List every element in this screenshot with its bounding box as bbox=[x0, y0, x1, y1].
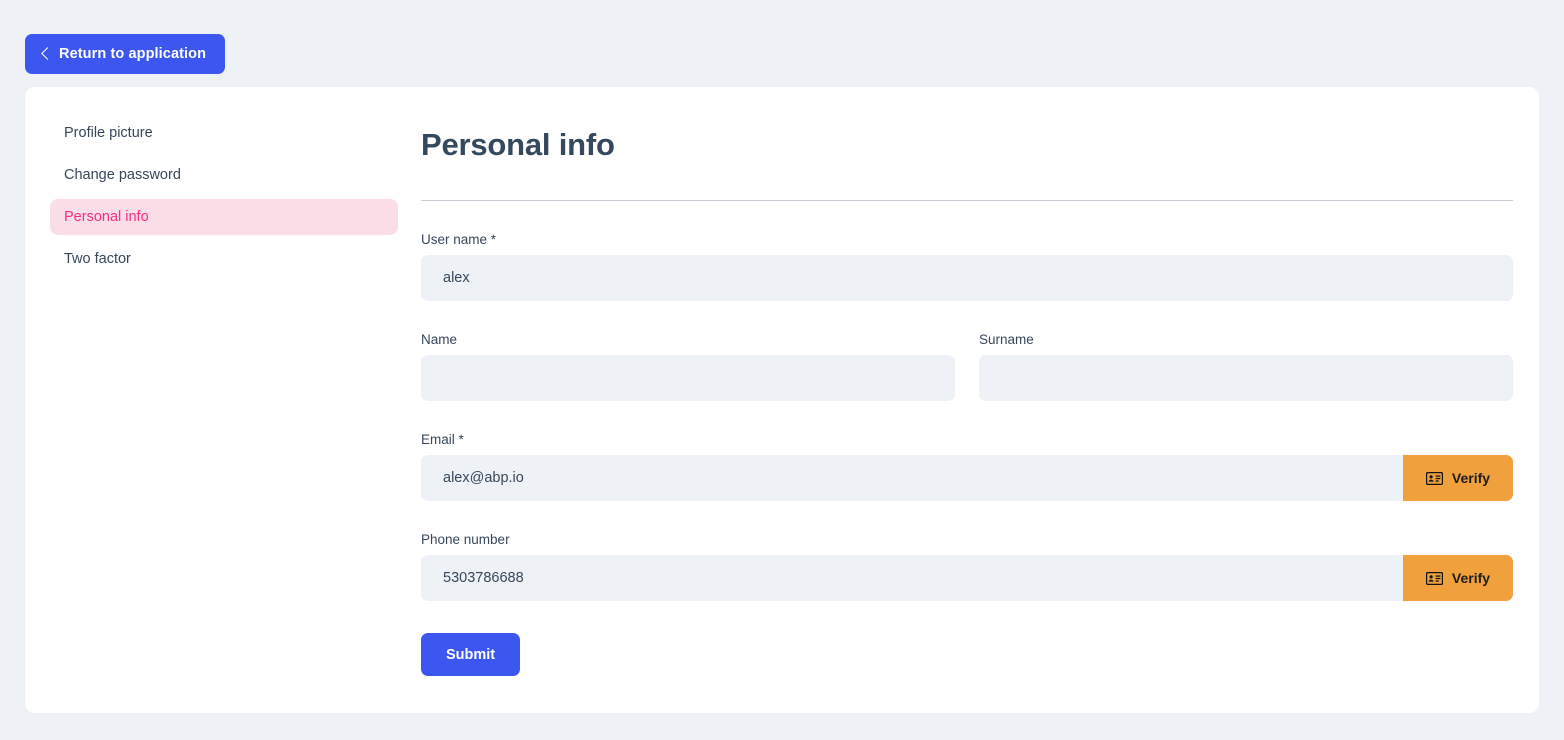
name-label: Name bbox=[421, 332, 458, 347]
id-card-icon bbox=[1425, 471, 1443, 485]
phone-field-block: Phone number 5303786688 Verify bbox=[421, 532, 1513, 601]
page-title: Personal info bbox=[421, 127, 615, 162]
chevron-left-icon bbox=[40, 46, 50, 62]
sidebar-item-two-factor[interactable]: Two factor bbox=[50, 241, 398, 277]
submit-button[interactable]: Submit bbox=[421, 633, 521, 676]
title-divider bbox=[421, 200, 1513, 201]
sidebar-item-label: Two factor bbox=[64, 251, 131, 267]
email-input[interactable] bbox=[421, 455, 1403, 501]
name-input[interactable] bbox=[421, 355, 955, 401]
phone-input-group: Verify bbox=[421, 555, 1513, 601]
sidebar-item-change-password[interactable]: Change password bbox=[50, 157, 398, 193]
return-to-application-button[interactable]: Return to application bbox=[25, 34, 226, 74]
phone-verify-button[interactable]: Verify bbox=[1403, 555, 1513, 601]
email-label: Email * bbox=[421, 432, 464, 447]
surname-input[interactable] bbox=[979, 355, 1513, 401]
sidebar-item-profile-picture[interactable]: Profile picture bbox=[50, 115, 398, 151]
personal-info-panel: Personal info User name * Name Surname E… bbox=[421, 115, 1513, 676]
id-card-icon bbox=[1425, 571, 1443, 585]
sidebar-item-label: Change password bbox=[64, 167, 181, 183]
phone-verify-label: Verify bbox=[1451, 570, 1491, 586]
phone-label: Phone number bbox=[421, 532, 510, 547]
sidebar-item-label: Profile picture bbox=[64, 125, 153, 141]
submit-row: Submit bbox=[421, 633, 1513, 676]
email-verify-label: Verify bbox=[1451, 470, 1491, 486]
username-input[interactable] bbox=[421, 255, 1513, 301]
sidebar-item-personal-info[interactable]: Personal info bbox=[50, 199, 398, 235]
email-field-block: Email * alex@abp.io Verify bbox=[421, 432, 1513, 501]
phone-input[interactable] bbox=[421, 555, 1403, 601]
name-surname-row: Name Surname bbox=[421, 332, 1513, 401]
username-label: User name * bbox=[421, 232, 497, 247]
username-field-block: User name * bbox=[421, 232, 1513, 301]
surname-label: Surname bbox=[979, 332, 1034, 347]
settings-card: Profile picture Change password Personal… bbox=[25, 87, 1539, 713]
sidebar-item-label: Personal info bbox=[64, 209, 149, 225]
return-to-application-label: Return to application bbox=[59, 46, 207, 62]
settings-sidebar: Profile picture Change password Personal… bbox=[50, 115, 398, 283]
surname-field-block: Surname bbox=[979, 332, 1513, 401]
email-input-group: Verify bbox=[421, 455, 1513, 501]
name-field-block: Name bbox=[421, 332, 955, 401]
page-root: Return to application Profile picture Ch… bbox=[0, 0, 1564, 740]
email-verify-button[interactable]: Verify bbox=[1403, 455, 1513, 501]
